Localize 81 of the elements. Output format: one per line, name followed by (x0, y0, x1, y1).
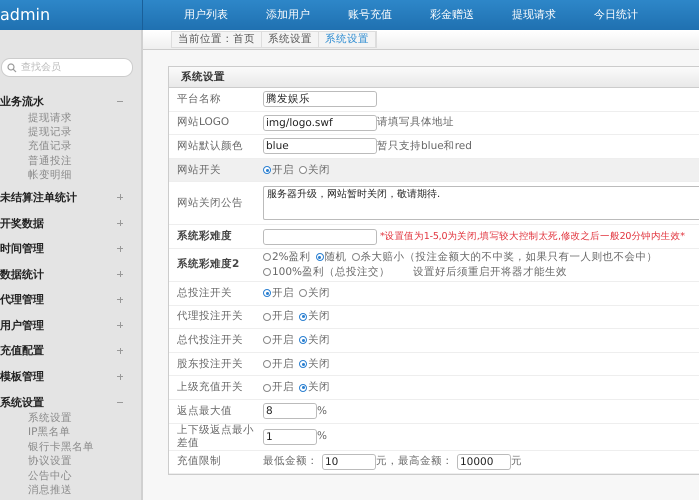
hint-text: 元，最高金额： (376, 455, 453, 468)
field-label: 网站开关 (176, 164, 222, 177)
input-field[interactable]: 1 (263, 428, 317, 445)
input-field[interactable]: 10000 (457, 454, 511, 470)
warning-text: *设置值为1-5,0为关闭,填写较大控制太死,修改之后一般20分钟内生效* (380, 230, 685, 244)
nav-link[interactable]: 今日统计 (575, 0, 657, 30)
hint-text: 设置好后须重启开将器才能生效 (413, 266, 568, 279)
search-icon (7, 63, 17, 73)
hint-text: % (317, 404, 327, 418)
radio-option[interactable]: 开启 (263, 286, 294, 300)
field-label: 上级充值开关 (176, 381, 244, 394)
radio-option[interactable]: 关闭 (299, 310, 330, 324)
minus-icon[interactable] (117, 98, 123, 105)
field-label: 平台名称 (176, 92, 222, 106)
field-label: 股东投注开关 (176, 358, 244, 371)
radio-option[interactable]: 随机 (316, 250, 347, 264)
input-field[interactable]: img/logo.swf (263, 114, 377, 131)
field-label: 系统彩难度2 (176, 258, 240, 272)
field-label: 网站默认颜色 (176, 140, 244, 153)
hint-text: 元 (511, 455, 522, 468)
search-field[interactable]: 查找会员 (1, 58, 133, 77)
plus-icon[interactable] (117, 220, 123, 226)
plus-icon[interactable] (117, 322, 123, 328)
breadcrumb-item[interactable]: 当前位置：首页 (172, 32, 262, 47)
field-label: 返点最大值 (176, 404, 233, 418)
nav-link[interactable]: 提现请求 (493, 0, 575, 30)
radio-option[interactable]: 杀大赔小（投注金额大的不中奖，如果只有一人则也不会中） (352, 250, 658, 264)
sidebar-group[interactable]: 业务流水 (0, 94, 44, 110)
plus-icon[interactable] (117, 348, 123, 354)
radio-option[interactable]: 开启 (263, 381, 294, 394)
field-label: 上下级返点最小差值 (176, 424, 255, 450)
hint-text: 暂只支持blue和red (377, 140, 472, 153)
field-label: 网站关闭公告 (176, 196, 244, 210)
nav-link[interactable]: 彩金赠送 (411, 0, 493, 30)
radio-option[interactable]: 关闭 (299, 286, 330, 300)
sidebar-group[interactable]: 系统设置 (0, 394, 44, 410)
field-label: 代理投注开关 (176, 310, 244, 324)
hint-text: % (317, 430, 327, 444)
nav-link[interactable]: 添加用户 (247, 0, 329, 30)
field-label: 网站LOGO (176, 116, 230, 130)
panel-title: 系统设置 (169, 67, 699, 88)
field-label: 总投注开关 (176, 286, 233, 300)
breadcrumb-item[interactable]: 系统设置 (262, 32, 319, 47)
nav-link[interactable]: 用户列表 (165, 0, 247, 30)
plus-icon[interactable] (117, 246, 123, 252)
input-field[interactable]: 8 (263, 403, 317, 420)
radio-option[interactable]: 开启 (263, 358, 294, 371)
minus-icon[interactable] (117, 399, 123, 406)
radio-option[interactable]: 关闭 (299, 334, 330, 347)
plus-icon[interactable] (117, 194, 123, 200)
sidebar-group[interactable]: 数据统计 (0, 266, 44, 282)
radio-option[interactable]: 开启 (263, 310, 294, 324)
radio-option[interactable]: 开启 (263, 164, 294, 177)
input-field[interactable]: blue (263, 138, 377, 154)
input-field[interactable]: 10 (322, 454, 376, 470)
hint-text: 最低金额： (263, 455, 318, 468)
input-field[interactable] (263, 228, 377, 245)
radio-option[interactable]: 2%盈利 (263, 250, 311, 264)
breadcrumb-item[interactable]: 系统设置 (319, 32, 376, 47)
field-label: 总代投注开关 (176, 334, 244, 347)
sidebar-group[interactable]: 代理管理 (0, 292, 44, 308)
plus-icon[interactable] (117, 374, 123, 380)
sidebar-group[interactable]: 充值配置 (0, 343, 44, 358)
nav-link[interactable]: 账号充值 (329, 0, 411, 30)
radio-option[interactable]: 关闭 (299, 381, 330, 394)
input-field[interactable]: 腾发娱乐 (263, 91, 377, 108)
field-label: 系统彩难度 (176, 230, 233, 244)
textarea-field[interactable]: 服务器升级，网站暂时关闭，敬请期待. (263, 186, 699, 220)
sidebar-group[interactable]: 模板管理 (0, 369, 44, 384)
sidebar-group[interactable]: 时间管理 (0, 241, 44, 256)
plus-icon[interactable] (117, 296, 123, 303)
radio-option[interactable]: 100%盈利（总投注交） (263, 266, 390, 279)
radio-option[interactable]: 开启 (263, 334, 294, 347)
sidebar-group[interactable]: 用户管理 (0, 318, 44, 333)
hint-text: 请填写具体地址 (377, 116, 454, 130)
sidebar-group[interactable]: 开奖数据 (0, 216, 44, 231)
plus-icon[interactable] (117, 271, 123, 278)
radio-option[interactable]: 关闭 (299, 358, 330, 371)
radio-option[interactable]: 关闭 (299, 164, 330, 177)
sidebar-group[interactable]: 未结算注单统计 (0, 190, 77, 205)
field-label: 充值限制 (176, 455, 222, 468)
